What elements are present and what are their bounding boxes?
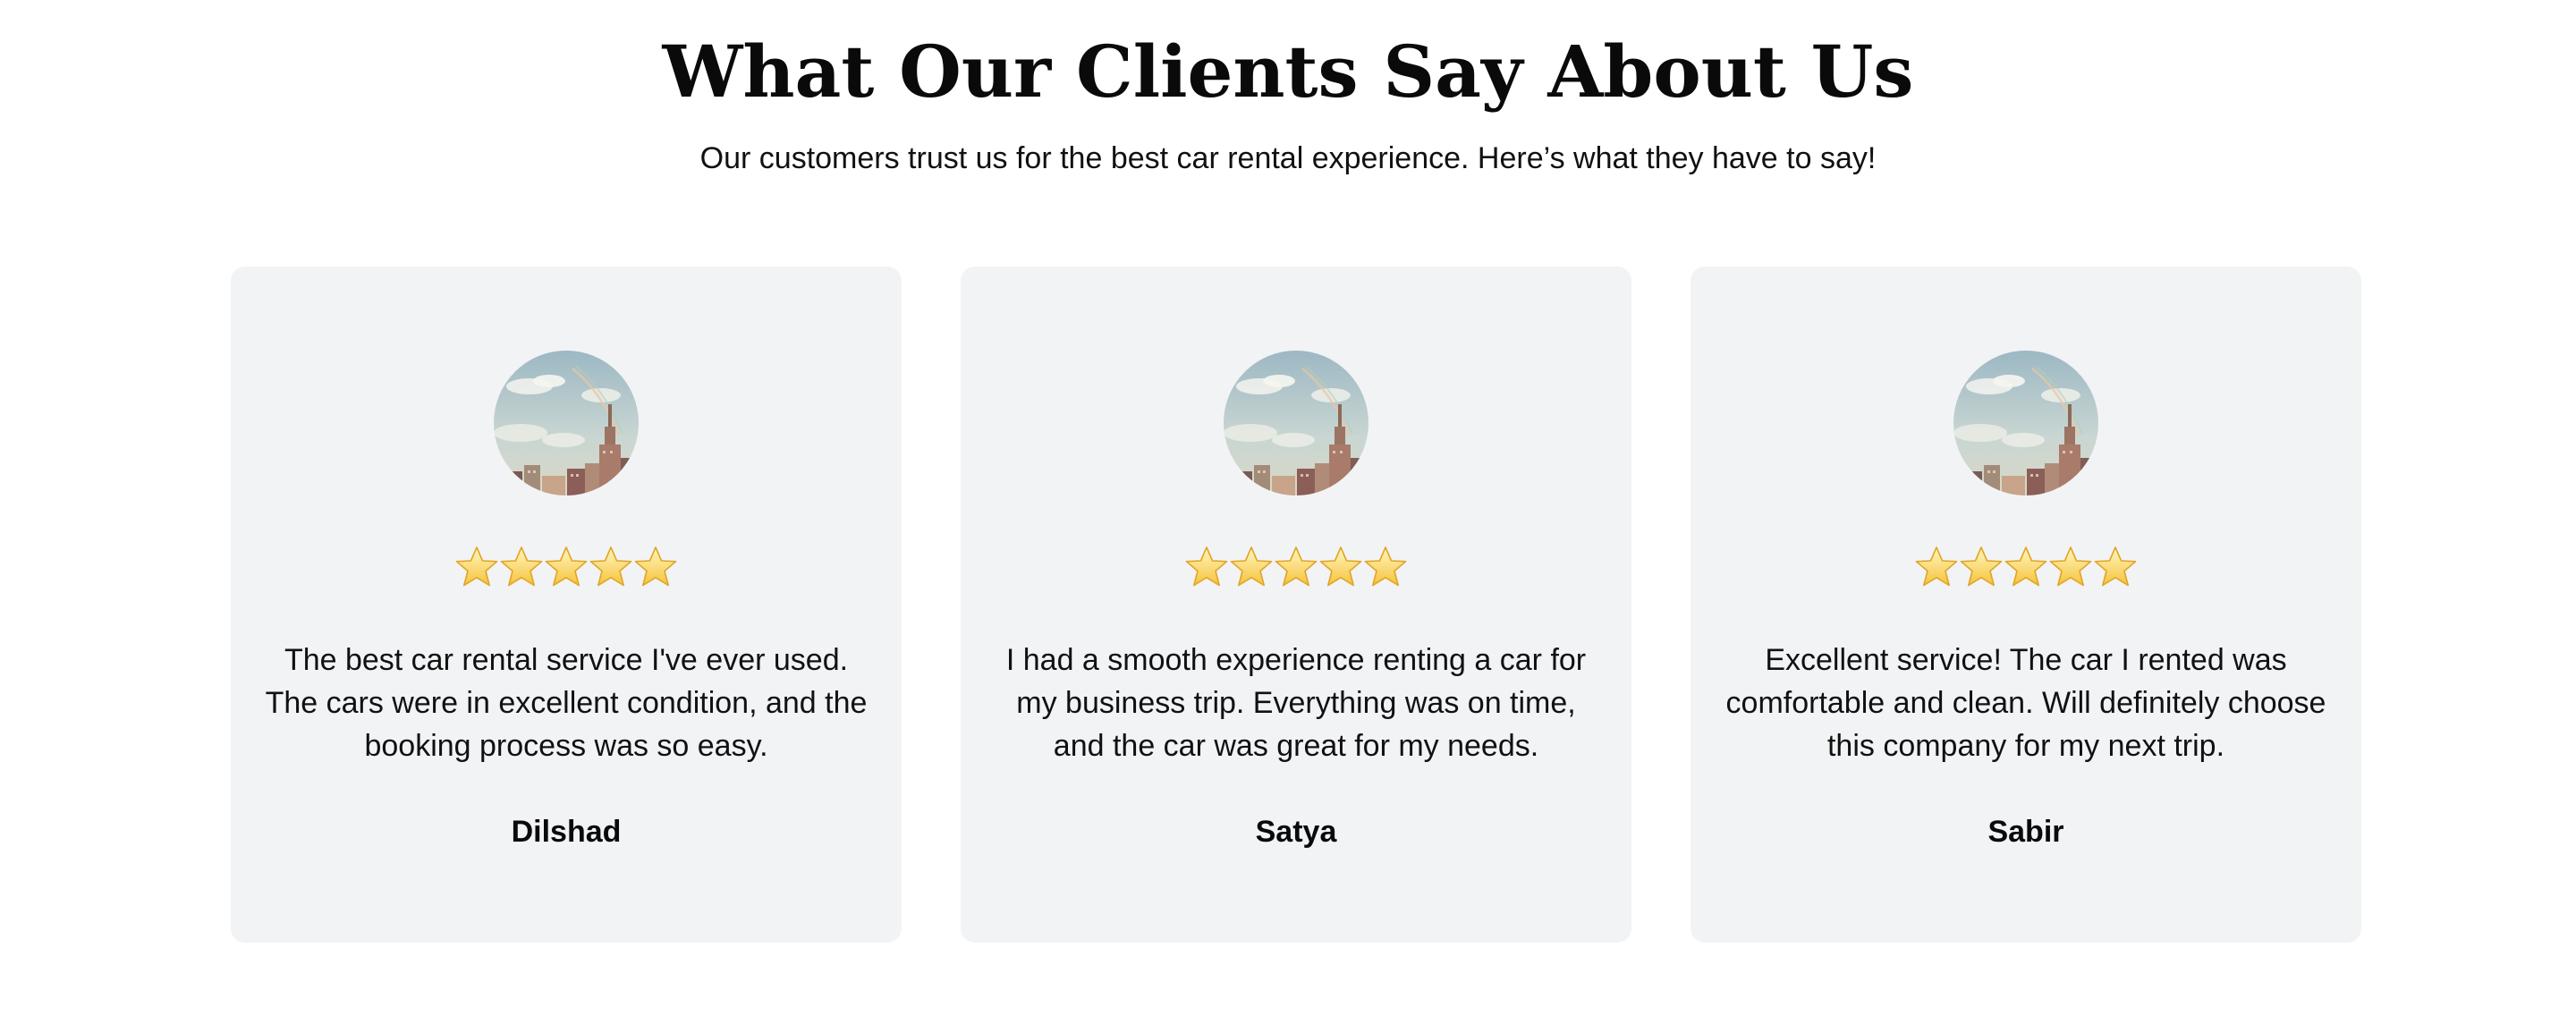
testimonial-list: The best car rental service I've ever us… [231,267,2361,943]
star-rating [231,545,902,589]
star-icon [1229,545,1274,589]
testimonial-quote: Excellent service! The car I rented was … [1725,643,2326,763]
testimonial-author: Dilshad [511,815,622,849]
testimonial-card: I had a smooth experience renting a car … [961,267,1631,943]
testimonial-quote: The best car rental service I've ever us… [265,643,868,763]
star-icon [544,545,589,589]
page-title: What Our Clients Say About Us [662,30,1914,114]
star-rating [961,545,1631,589]
avatar [494,351,639,495]
star-icon [2093,545,2138,589]
star-icon [633,545,678,589]
star-icon [589,545,633,589]
avatar [1224,351,1368,495]
testimonial-card: Excellent service! The car I rented was … [1690,267,2361,943]
avatar [1953,351,2098,495]
star-icon [1959,545,2004,589]
star-rating [1690,545,2361,589]
star-icon [2048,545,2093,589]
star-icon [1318,545,1363,589]
star-icon [499,545,544,589]
page-subtitle: Our customers trust us for the best car … [699,141,1877,175]
star-icon [454,545,499,589]
testimonial-quote: I had a smooth experience renting a car … [1005,643,1587,763]
star-icon [1184,545,1229,589]
testimonial-author: Sabir [1987,815,2064,849]
star-icon [1363,545,1408,589]
testimonials-section: What Our Clients Say About Us Our custom… [0,0,2576,1016]
star-icon [2004,545,2048,589]
testimonial-card: The best car rental service I've ever us… [231,267,902,943]
star-icon [1274,545,1318,589]
star-icon [1914,545,1959,589]
testimonial-author: Satya [1255,815,1337,849]
